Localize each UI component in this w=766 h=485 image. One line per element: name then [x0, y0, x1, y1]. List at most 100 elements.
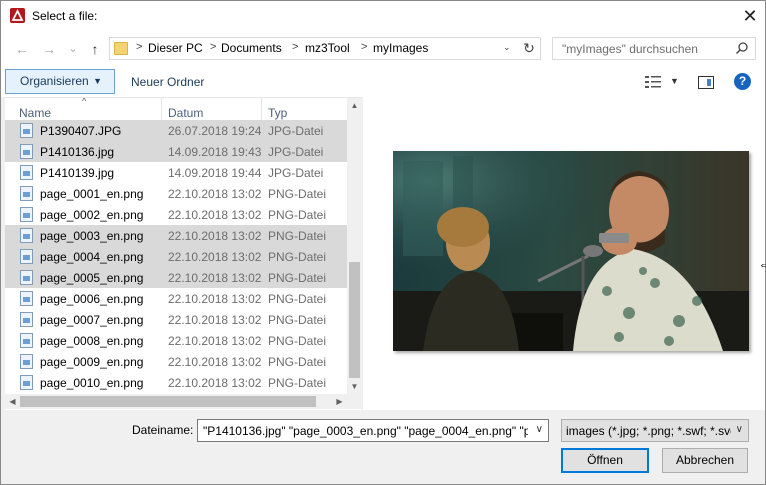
search-input[interactable]: "myImages" durchsuchen: [552, 37, 756, 60]
file-type: PNG-Datei: [268, 229, 327, 243]
file-name: page_0009_en.png: [40, 355, 144, 369]
file-type: PNG-Datei: [268, 292, 327, 306]
file-date: 22.10.2018 13:02: [168, 187, 262, 201]
filename-value[interactable]: "P1410136.jpg" "page_0003_en.png" "page_…: [203, 424, 528, 438]
image-file-icon: [20, 333, 33, 348]
view-details-icon[interactable]: [645, 75, 663, 92]
app-logo-icon: [10, 8, 25, 23]
image-file-icon: [20, 186, 33, 201]
chevron-down-icon[interactable]: ∨: [536, 424, 543, 435]
close-icon[interactable]: ✕: [736, 3, 764, 29]
command-bar: Organisieren ▼ Neuer Ordner ▼ ?: [1, 67, 765, 97]
image-file-icon: [20, 354, 33, 369]
scroll-up-icon[interactable]: ▲: [347, 98, 362, 113]
image-file-icon: [20, 165, 33, 180]
vertical-scroll-thumb[interactable]: [349, 262, 360, 378]
resize-cursor-icon: ⇔: [758, 256, 766, 272]
breadcrumb-separator: >: [210, 41, 217, 53]
file-date: 22.10.2018 13:02: [168, 250, 262, 264]
file-row[interactable]: page_0006_en.png 22.10.2018 13:02 PNG-Date…: [5, 288, 347, 309]
file-name: page_0001_en.png: [40, 187, 144, 201]
file-row[interactable]: page_0002_en.png 22.10.2018 13:02 PNG-Date…: [5, 204, 347, 225]
file-row[interactable]: page_0009_en.png 22.10.2018 13:02 PNG-Date…: [5, 351, 347, 372]
file-name: page_0008_en.png: [40, 334, 144, 348]
file-name: page_0002_en.png: [40, 208, 144, 222]
file-date: 22.10.2018 13:02: [168, 271, 262, 285]
file-row[interactable]: page_0005_en.png 22.10.2018 13:02 PNG-Date…: [5, 267, 347, 288]
image-file-icon: [20, 207, 33, 222]
file-name: page_0003_en.png: [40, 229, 144, 243]
file-row[interactable]: page_0007_en.png 22.10.2018 13:02 PNG-Date…: [5, 309, 347, 330]
breadcrumb-documents[interactable]: Documents: [221, 41, 282, 55]
file-date: 22.10.2018 13:02: [168, 208, 262, 222]
file-rows: P1390407.JPG 26.07.2018 19:24 JPG-Datei P14…: [5, 120, 347, 393]
file-name: page_0007_en.png: [40, 313, 144, 327]
file-row[interactable]: page_0003_en.png 22.10.2018 13:02 PNG-Date…: [5, 225, 347, 246]
up-arrow-icon[interactable]: ↑: [85, 40, 105, 58]
file-row[interactable]: page_0004_en.png 22.10.2018 13:02 PNG-Date…: [5, 246, 347, 267]
organize-button[interactable]: Organisieren ▼: [5, 69, 115, 94]
filename-combobox[interactable]: "P1410136.jpg" "page_0003_en.png" "page_…: [197, 419, 549, 442]
column-header-type[interactable]: Typ: [268, 106, 287, 120]
file-type: JPG-Datei: [268, 124, 324, 138]
open-button[interactable]: Öffnen: [561, 448, 649, 473]
chevron-down-icon[interactable]: ⌄: [503, 42, 511, 53]
file-type: JPG-Datei: [268, 166, 324, 180]
filename-label: Dateiname:: [132, 423, 194, 437]
view-options-caret-icon[interactable]: ▼: [670, 76, 679, 86]
chevron-down-icon[interactable]: ∨: [736, 424, 743, 435]
file-name: page_0005_en.png: [40, 271, 144, 285]
title-bar: Select a file: ✕: [1, 1, 765, 31]
back-arrow-icon[interactable]: ←: [12, 40, 32, 58]
file-name: P1410139.jpg: [40, 166, 115, 180]
breadcrumb-separator: >: [136, 41, 143, 53]
breadcrumb-this-pc[interactable]: Dieser PC: [148, 41, 203, 55]
file-date: 22.10.2018 13:02: [168, 229, 262, 243]
filter-value: images (*.jpg; *.png; *.swf; *.svg): [566, 424, 731, 438]
file-row[interactable]: page_0001_en.png 22.10.2018 13:02 PNG-Date…: [5, 183, 347, 204]
scroll-right-icon[interactable]: ▶: [332, 394, 347, 409]
cancel-button[interactable]: Abbrechen: [662, 448, 748, 473]
breadcrumb-separator: >: [292, 41, 299, 53]
file-type: PNG-Datei: [268, 376, 327, 390]
file-name: page_0004_en.png: [40, 250, 144, 264]
file-name: page_0010_en.png: [40, 376, 144, 390]
file-type: PNG-Datei: [268, 271, 327, 285]
search-icon[interactable]: [735, 41, 749, 58]
image-file-icon: [20, 312, 33, 327]
file-name: P1410136.jpg: [40, 145, 115, 159]
file-row[interactable]: P1390407.JPG 26.07.2018 19:24 JPG-Datei: [5, 120, 347, 141]
breadcrumb-myimages[interactable]: myImages: [373, 41, 428, 55]
file-name: P1390407.JPG: [40, 124, 122, 138]
scroll-left-icon[interactable]: ◀: [5, 394, 20, 409]
image-file-icon: [20, 249, 33, 264]
horizontal-scroll-thumb[interactable]: [20, 396, 316, 407]
file-row[interactable]: page_0008_en.png 22.10.2018 13:02 PNG-Date…: [5, 330, 347, 351]
file-type: PNG-Datei: [268, 355, 327, 369]
column-header-date[interactable]: Datum: [168, 106, 203, 120]
refresh-icon[interactable]: ↻: [518, 37, 541, 60]
breadcrumb-mz3tool[interactable]: mz3Tool: [305, 41, 350, 55]
file-row[interactable]: P1410139.jpg 14.09.2018 19:44 JPG-Datei: [5, 162, 347, 183]
file-type-filter[interactable]: images (*.jpg; *.png; *.swf; *.svg) ∨: [561, 419, 749, 442]
help-icon[interactable]: ?: [734, 73, 751, 90]
file-row[interactable]: page_0010_en.png 22.10.2018 13:02 PNG-Date…: [5, 372, 347, 393]
preview-pane: [363, 97, 765, 410]
horizontal-scrollbar[interactable]: ◀ ▶: [5, 394, 347, 409]
column-header-name[interactable]: Name: [19, 106, 51, 120]
preview-pane-icon[interactable]: [698, 76, 714, 89]
forward-arrow-icon[interactable]: →: [39, 40, 59, 58]
organize-label: Organisieren: [20, 74, 89, 88]
folder-icon: [114, 42, 128, 55]
scroll-down-icon[interactable]: ▼: [347, 379, 362, 394]
vertical-scrollbar[interactable]: ▲ ▼: [347, 98, 362, 394]
address-bar[interactable]: > Dieser PC > Documents > mz3Tool > myIm…: [109, 37, 541, 60]
recent-locations-icon[interactable]: ⌄: [63, 40, 83, 58]
search-placeholder: "myImages" durchsuchen: [562, 42, 698, 56]
file-dialog: Select a file: ✕ ← → ⌄ ↑ > Dieser PC > D…: [0, 0, 766, 485]
image-file-icon: [20, 291, 33, 306]
new-folder-button[interactable]: Neuer Ordner: [131, 75, 204, 89]
file-row[interactable]: P1410136.jpg 14.09.2018 19:43 JPG-Datei: [5, 141, 347, 162]
file-date: 26.07.2018 19:24: [168, 124, 262, 138]
file-date: 22.10.2018 13:02: [168, 355, 262, 369]
